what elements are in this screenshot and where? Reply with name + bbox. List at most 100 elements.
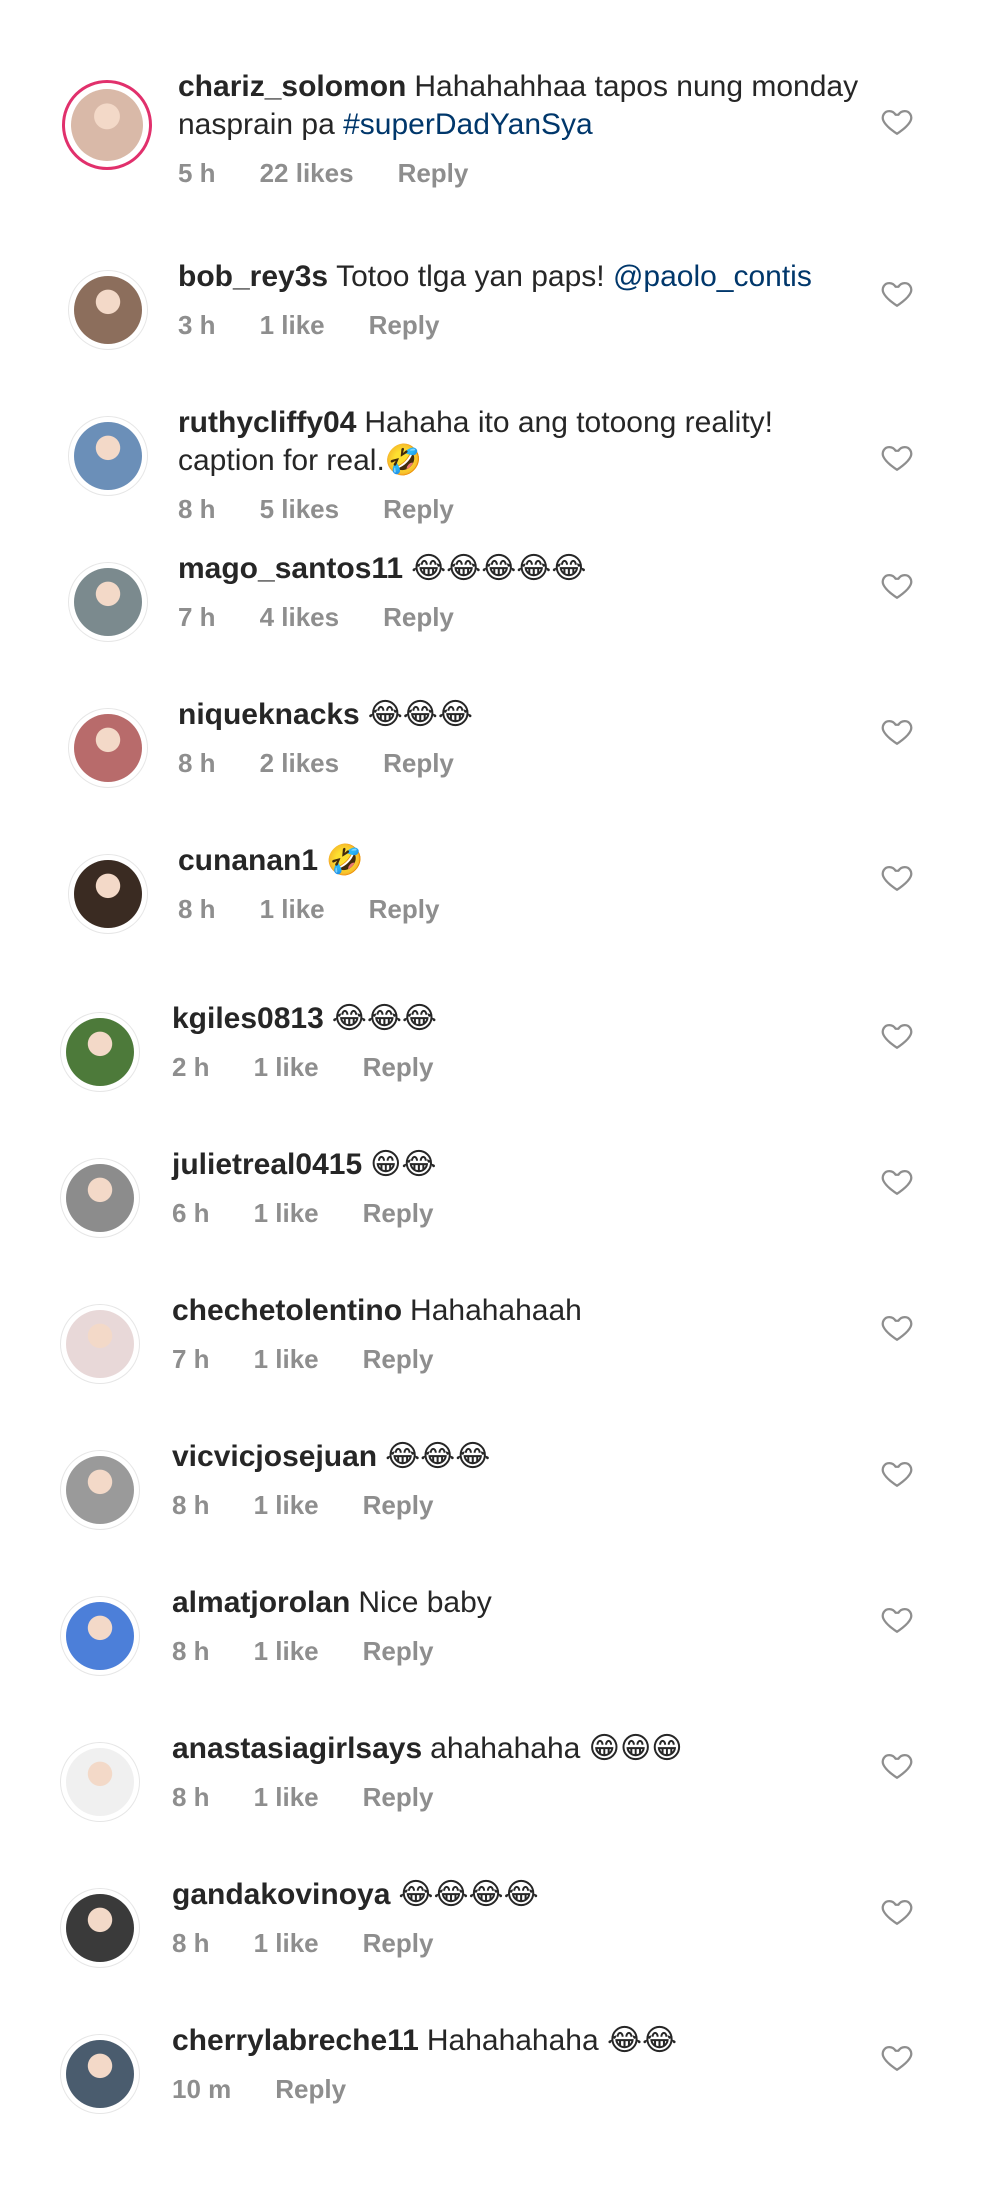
comment-time: 6 h <box>172 1198 210 1228</box>
comment-text: cunanan1 🤣 <box>178 842 868 880</box>
comment-username[interactable]: gandakovinoya <box>172 1878 390 1911</box>
comment-meta: 8 h 5 likes Reply <box>178 494 498 525</box>
comment-likes-count[interactable]: 1 like <box>260 894 325 924</box>
heart-icon[interactable] <box>880 1310 914 1344</box>
comment-likes-count[interactable]: 1 like <box>254 1344 319 1374</box>
comment-likes-count[interactable]: 1 like <box>254 1636 319 1666</box>
avatar[interactable] <box>60 1888 140 1968</box>
comment-meta: 7 h 1 like Reply <box>172 1344 477 1375</box>
comment-text: kgiles0813 😂😂😂 <box>172 1000 862 1038</box>
comment-body: ahahahaha 😁😁😁 <box>430 1732 683 1765</box>
reply-button[interactable]: Reply <box>369 310 440 340</box>
comment-username[interactable]: chariz_solomon <box>178 70 406 103</box>
mention-link[interactable]: @paolo_contis <box>613 260 812 293</box>
reply-button[interactable]: Reply <box>363 1490 434 1520</box>
reply-button[interactable]: Reply <box>363 1782 434 1812</box>
comment-time: 8 h <box>178 894 216 924</box>
reply-button[interactable]: Reply <box>363 1198 434 1228</box>
heart-icon[interactable] <box>880 2040 914 2074</box>
comment-likes-count[interactable]: 4 likes <box>260 602 340 632</box>
comment-likes-count[interactable]: 1 like <box>254 1928 319 1958</box>
comment-username[interactable]: julietreal0415 <box>172 1148 362 1181</box>
comment-time: 8 h <box>172 1782 210 1812</box>
avatar[interactable] <box>60 2034 140 2114</box>
heart-icon[interactable] <box>880 568 914 602</box>
heart-icon[interactable] <box>880 1748 914 1782</box>
comment-username[interactable]: mago_santos11 <box>178 552 403 585</box>
comment-text: bob_rey3s Totoo tlga yan paps! @paolo_con… <box>178 258 868 296</box>
comment-meta: 6 h 1 like Reply <box>172 1198 477 1229</box>
avatar[interactable] <box>60 1450 140 1530</box>
reply-button[interactable]: Reply <box>363 1928 434 1958</box>
comment-time: 10 m <box>172 2074 232 2104</box>
comment-username[interactable]: niqueknacks <box>178 698 360 731</box>
comment-username[interactable]: bob_rey3s <box>178 260 328 293</box>
avatar[interactable] <box>60 1158 140 1238</box>
avatar[interactable] <box>68 854 148 934</box>
heart-icon[interactable] <box>880 860 914 894</box>
comment-time: 3 h <box>178 310 216 340</box>
heart-icon[interactable] <box>880 1456 914 1490</box>
heart-icon[interactable] <box>880 1164 914 1198</box>
reply-button[interactable]: Reply <box>363 1052 434 1082</box>
comment-body: 😂😂😂😂 <box>398 1878 539 1911</box>
heart-icon[interactable] <box>880 1018 914 1052</box>
comment-username[interactable]: chechetolentino <box>172 1294 402 1327</box>
heart-icon[interactable] <box>880 1894 914 1928</box>
comment-username[interactable]: anastasiagirlsays <box>172 1732 422 1765</box>
avatar[interactable] <box>68 416 148 496</box>
comment-meta: 8 h 1 like Reply <box>178 894 483 925</box>
comment-meta: 7 h 4 likes Reply <box>178 602 498 633</box>
comment-time: 2 h <box>172 1052 210 1082</box>
avatar[interactable] <box>60 1012 140 1092</box>
avatar[interactable] <box>62 80 152 170</box>
comment-text: anastasiagirlsays ahahahaha 😁😁😁 <box>172 1730 862 1768</box>
heart-icon[interactable] <box>880 104 914 138</box>
comment-body: Hahahahaah <box>410 1294 582 1327</box>
comment-username[interactable]: cunanan1 <box>178 844 318 877</box>
reply-button[interactable]: Reply <box>275 2074 346 2104</box>
heart-icon[interactable] <box>880 714 914 748</box>
avatar[interactable] <box>68 562 148 642</box>
comment-likes-count[interactable]: 5 likes <box>260 494 340 524</box>
comment-username[interactable]: cherrylabreche11 <box>172 2024 419 2057</box>
comment-text: cherrylabreche11 Hahahahaha 😂😂 <box>172 2022 862 2060</box>
avatar[interactable] <box>68 270 148 350</box>
comment-meta: 8 h 1 like Reply <box>172 1782 477 1813</box>
comment-likes-count[interactable]: 1 like <box>254 1198 319 1228</box>
comment-likes-count[interactable]: 1 like <box>254 1782 319 1812</box>
comment-time: 8 h <box>178 494 216 524</box>
comment-likes-count[interactable]: 1 like <box>254 1052 319 1082</box>
comment-username[interactable]: ruthycliffy04 <box>178 406 356 439</box>
comment-body: 😂😂😂😂😂 <box>411 552 587 585</box>
comment-text: ruthycliffy04 Hahaha ito ang totoong real… <box>178 404 868 480</box>
avatar[interactable] <box>60 1304 140 1384</box>
heart-icon[interactable] <box>880 276 914 310</box>
hashtag-link[interactable]: #superDadYanSya <box>343 108 593 141</box>
comment-meta: 8 h 1 like Reply <box>172 1636 477 1667</box>
reply-button[interactable]: Reply <box>383 748 454 778</box>
avatar[interactable] <box>60 1596 140 1676</box>
reply-button[interactable]: Reply <box>363 1344 434 1374</box>
reply-button[interactable]: Reply <box>383 602 454 632</box>
comment-username[interactable]: kgiles0813 <box>172 1002 324 1035</box>
comment-list: chariz_solomon Hahahahhaa tapos nung mond… <box>0 0 1000 2186</box>
comment-likes-count[interactable]: 1 like <box>254 1490 319 1520</box>
heart-icon[interactable] <box>880 440 914 474</box>
comment-username[interactable]: almatjorolan <box>172 1586 350 1619</box>
comment-text: gandakovinoya 😂😂😂😂 <box>172 1876 862 1914</box>
comment-likes-count[interactable]: 1 like <box>260 310 325 340</box>
comment-likes-count[interactable]: 2 likes <box>260 748 340 778</box>
reply-button[interactable]: Reply <box>383 494 454 524</box>
comment-body: Hahahahaha 😂😂 <box>426 2024 678 2057</box>
comment-likes-count[interactable]: 22 likes <box>260 158 354 188</box>
comment-meta: 8 h 1 like Reply <box>172 1490 477 1521</box>
comment-meta: 2 h 1 like Reply <box>172 1052 477 1083</box>
heart-icon[interactable] <box>880 1602 914 1636</box>
reply-button[interactable]: Reply <box>369 894 440 924</box>
reply-button[interactable]: Reply <box>398 158 469 188</box>
reply-button[interactable]: Reply <box>363 1636 434 1666</box>
avatar[interactable] <box>60 1742 140 1822</box>
avatar[interactable] <box>68 708 148 788</box>
comment-username[interactable]: vicvicjosejuan <box>172 1440 377 1473</box>
